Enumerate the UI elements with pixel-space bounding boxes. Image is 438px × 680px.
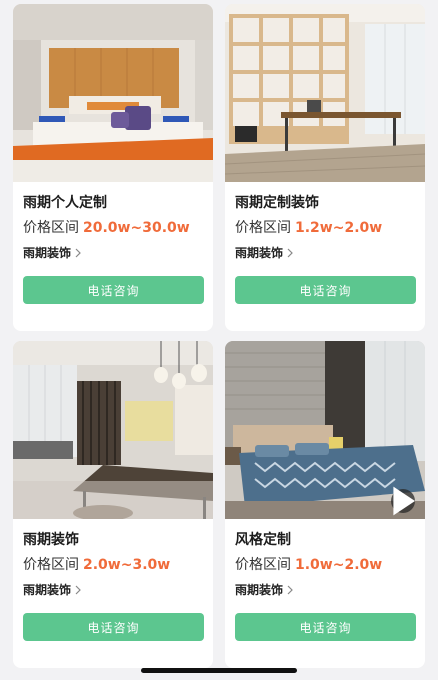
dining-room-photo-icon — [13, 341, 213, 519]
price-label: 价格区间 — [235, 557, 291, 573]
phone-consult-button[interactable]: 电话咨询 — [23, 276, 204, 304]
designer-name: 雨期装饰 — [23, 246, 72, 260]
designer-name: 雨期装饰 — [23, 583, 72, 597]
case-image-bedroom-2[interactable] — [225, 341, 425, 519]
designer-name: 雨期装饰 — [235, 246, 284, 260]
designer-link[interactable]: 雨期装饰 — [235, 244, 294, 261]
case-image-dining[interactable] — [13, 341, 213, 519]
case-image-bedroom[interactable] — [13, 4, 213, 182]
designer-name: 雨期装饰 — [235, 583, 284, 597]
case-title: 风格定制 — [235, 532, 291, 548]
case-title: 雨期定制装饰 — [235, 195, 319, 211]
bedroom-photo-icon — [13, 4, 213, 182]
chevron-right-icon — [75, 248, 81, 257]
study-room-photo-icon — [225, 4, 425, 182]
designer-link[interactable]: 雨期装饰 — [23, 244, 82, 261]
phone-consult-button[interactable]: 电话咨询 — [235, 613, 416, 641]
case-card[interactable]: 雨期装饰 价格区间 2.0w~3.0w 雨期装饰 电话咨询 — [13, 341, 213, 668]
price-label: 价格区间 — [23, 220, 79, 236]
case-card[interactable]: 雨期个人定制 价格区间 20.0w~30.0w 雨期装饰 电话咨询 — [13, 4, 213, 331]
price-value: 20.0w~30.0w — [83, 220, 190, 236]
phone-consult-button[interactable]: 电话咨询 — [235, 276, 416, 304]
price-label: 价格区间 — [23, 557, 79, 573]
price-value: 1.2w~2.0w — [295, 220, 383, 236]
chevron-right-icon — [75, 585, 81, 594]
designer-link[interactable]: 雨期装饰 — [23, 581, 82, 598]
price-value: 1.0w~2.0w — [295, 557, 383, 573]
price-row: 价格区间 2.0w~3.0w — [23, 554, 170, 574]
case-card[interactable]: 雨期定制装饰 价格区间 1.2w~2.0w 雨期装饰 电话咨询 — [225, 4, 425, 331]
case-title: 雨期装饰 — [23, 532, 79, 548]
price-label: 价格区间 — [235, 220, 291, 236]
price-row: 价格区间 1.0w~2.0w — [235, 554, 382, 574]
case-card[interactable]: 风格定制 价格区间 1.0w~2.0w 雨期装饰 电话咨询 — [225, 341, 425, 668]
case-grid: 雨期个人定制 价格区间 20.0w~30.0w 雨期装饰 电话咨询 雨期定制装饰… — [0, 0, 438, 680]
case-title: 雨期个人定制 — [23, 195, 107, 211]
phone-consult-button[interactable]: 电话咨询 — [23, 613, 204, 641]
home-indicator[interactable] — [141, 668, 297, 673]
price-value: 2.0w~3.0w — [83, 557, 171, 573]
chevron-right-icon — [287, 585, 293, 594]
designer-link[interactable]: 雨期装饰 — [235, 581, 294, 598]
chevron-right-icon — [287, 248, 293, 257]
case-image-study[interactable] — [225, 4, 425, 182]
price-row: 价格区间 1.2w~2.0w — [235, 217, 382, 237]
play-icon — [393, 486, 415, 516]
play-video-button[interactable] — [391, 486, 415, 516]
price-row: 价格区间 20.0w~30.0w — [23, 217, 190, 237]
